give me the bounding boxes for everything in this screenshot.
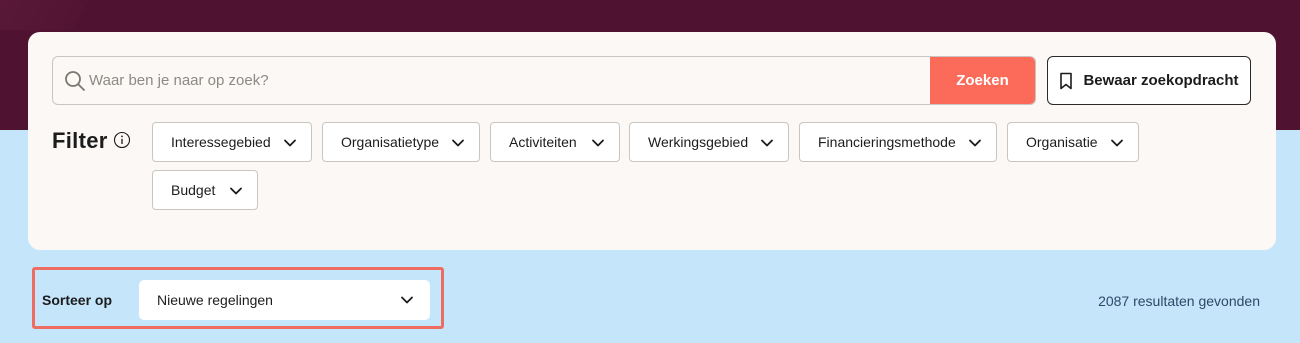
sort-select[interactable]: Nieuwe regelingen: [139, 280, 430, 320]
sort-label: Sorteer op: [42, 292, 113, 308]
chevron-down-icon: [452, 139, 464, 147]
search-bar: Zoeken: [52, 56, 1036, 105]
chevron-down-icon: [761, 139, 773, 147]
filter-budget[interactable]: Budget: [152, 170, 258, 210]
filter-werkingsgebied[interactable]: Werkingsgebied: [629, 122, 789, 162]
search-input[interactable]: [89, 57, 929, 104]
chevron-down-icon: [1111, 139, 1123, 147]
chevron-down-icon: [969, 139, 981, 147]
search-button[interactable]: Zoeken: [930, 57, 1035, 104]
filter-activiteiten[interactable]: Activiteiten: [490, 122, 620, 162]
filter-organisatietype[interactable]: Organisatietype: [322, 122, 480, 162]
info-icon[interactable]: [113, 131, 131, 149]
chevron-down-icon: [230, 187, 242, 195]
filter-interessegebied[interactable]: Interessegebied: [152, 122, 312, 162]
chevron-down-icon: [284, 139, 296, 147]
filter-chip-label: Budget: [171, 182, 216, 198]
filter-chip-label: Activiteiten: [509, 134, 577, 150]
chevron-down-icon: [401, 296, 413, 304]
filter-organisatie[interactable]: Organisatie: [1007, 122, 1139, 162]
bookmark-icon: [1060, 72, 1073, 89]
filter-chip-label: Organisatietype: [341, 134, 440, 150]
decorative-shape: [0, 0, 130, 30]
save-search-label: Bewaar zoekopdracht: [1083, 72, 1239, 89]
results-count: 2087 resultaten gevonden: [1098, 293, 1260, 309]
search-icon: [65, 71, 85, 91]
chevron-down-icon: [592, 139, 604, 147]
filter-chip-label: Organisatie: [1026, 134, 1098, 150]
filter-financieringsmethode[interactable]: Financieringsmethode: [799, 122, 997, 162]
filter-chip-label: Interessegebied: [171, 134, 271, 150]
filter-chip-label: Financieringsmethode: [818, 134, 956, 150]
filter-heading: Filter: [52, 128, 108, 153]
sort-selected-value: Nieuwe regelingen: [157, 292, 273, 308]
filter-chip-label: Werkingsgebied: [648, 134, 749, 150]
save-search-button[interactable]: Bewaar zoekopdracht: [1047, 56, 1251, 105]
